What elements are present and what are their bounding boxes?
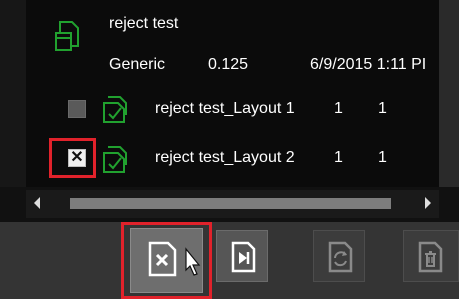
refresh-file-icon <box>328 241 353 273</box>
reject-button-highlight <box>121 222 212 299</box>
scroll-right-icon[interactable] <box>425 197 431 209</box>
item-col1: 1 <box>334 100 343 117</box>
scroll-left-icon[interactable] <box>34 197 40 209</box>
action-toolbar <box>0 222 459 299</box>
skip-to-end-file-icon <box>231 241 256 273</box>
group-name: reject test <box>109 15 179 32</box>
skip-button[interactable] <box>216 230 268 282</box>
item-name[interactable]: reject test_Layout 1 <box>155 100 295 118</box>
refresh-button[interactable] <box>313 230 365 282</box>
checkbox-highlight <box>49 138 96 178</box>
group-date: 6/9/2015 1:11 PI <box>310 56 427 73</box>
item-name[interactable]: reject test_Layout 2 <box>155 149 295 167</box>
job-list: reject test Generic 0.125 6/9/2015 1:11 … <box>26 0 439 187</box>
item-checkbox-layout-1[interactable] <box>68 100 86 118</box>
delete-button[interactable] <box>403 230 459 282</box>
panel-left-edge <box>0 0 26 187</box>
delete-file-icon <box>418 241 443 273</box>
job-list-panel: reject test Generic 0.125 6/9/2015 1:11 … <box>0 0 459 222</box>
item-col2: 1 <box>378 149 387 166</box>
item-col1: 1 <box>334 149 343 166</box>
group-value: 0.125 <box>208 56 249 73</box>
horizontal-scrollbar[interactable] <box>26 190 439 218</box>
item-col2: 1 <box>378 100 387 117</box>
panel-right-edge <box>439 0 459 187</box>
document-check-icon <box>102 145 132 178</box>
generic-group-icon <box>54 20 82 57</box>
scrollbar-thumb[interactable] <box>70 198 391 209</box>
group-type: Generic <box>109 56 166 73</box>
document-check-icon <box>102 95 132 128</box>
